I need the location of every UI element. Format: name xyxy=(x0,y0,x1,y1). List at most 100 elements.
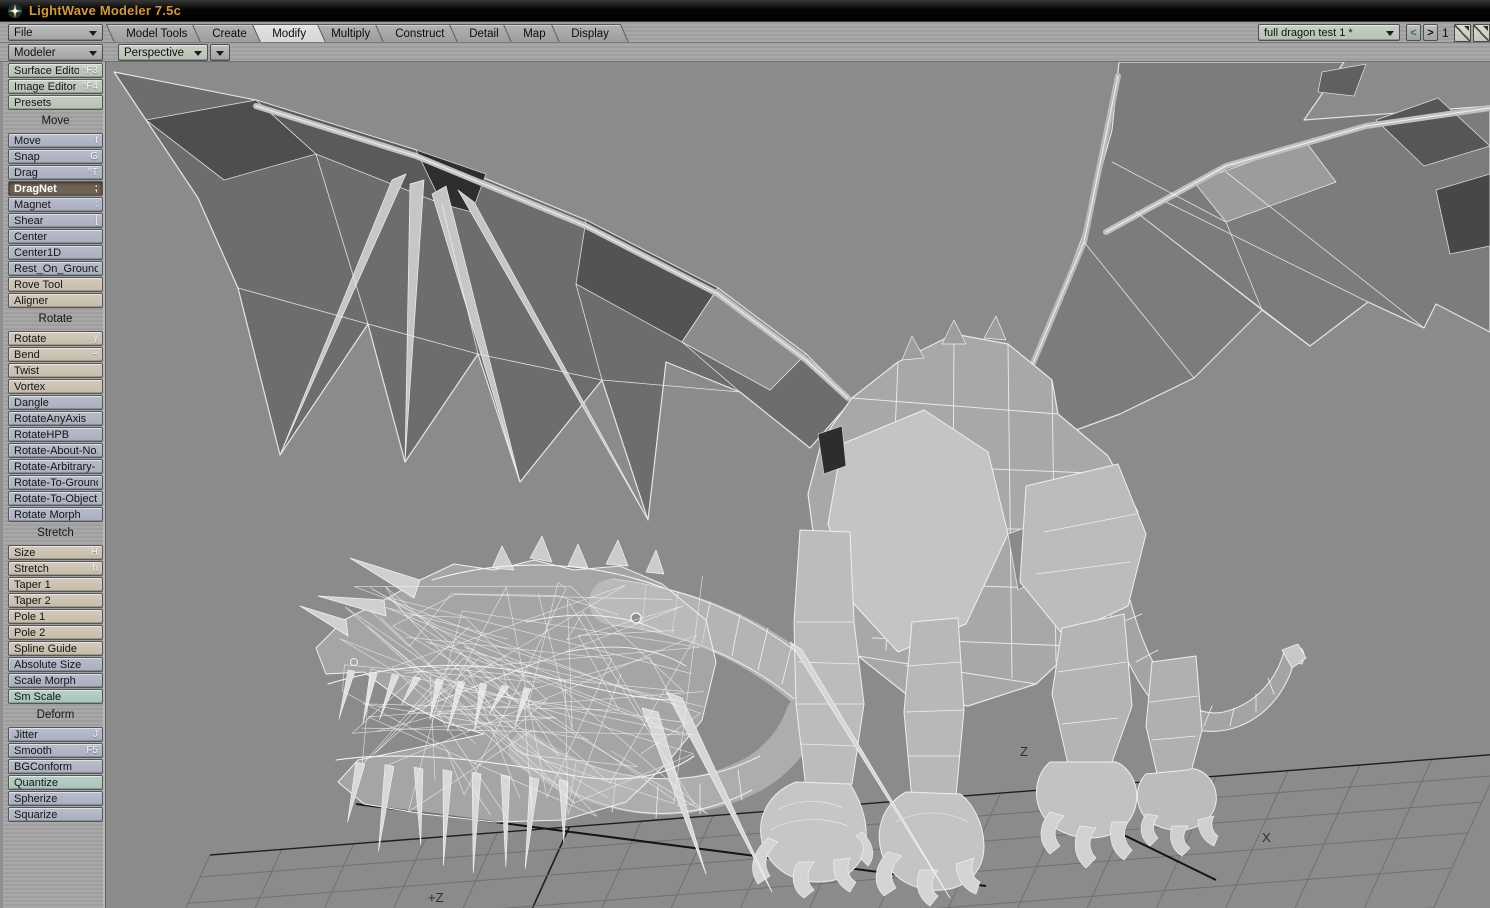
tool-label: Size xyxy=(14,547,35,559)
tool-smooth[interactable]: Smooth F5 xyxy=(8,743,103,758)
tool-scale-morph[interactable]: Scale Morph xyxy=(8,673,103,688)
tool-aligner[interactable]: Aligner xyxy=(8,293,103,308)
tab-display[interactable]: Display xyxy=(550,24,628,43)
hind-leg-far xyxy=(1137,656,1218,856)
tool-label: DragNet xyxy=(14,183,57,195)
toolbar-row-view: Modeler Perspective xyxy=(0,43,1490,62)
tool-label: Sm Scale xyxy=(14,691,61,703)
tool-spherize[interactable]: Spherize xyxy=(8,791,103,806)
tool-rotate[interactable]: Rotate y xyxy=(8,331,103,346)
tool-shortcut: H xyxy=(91,547,98,559)
layer-foreground-corner-icon xyxy=(1483,26,1488,31)
tool-drag[interactable]: Drag^T xyxy=(8,165,103,180)
tool-shortcut: t xyxy=(95,135,98,147)
view-mode-selector[interactable]: Perspective xyxy=(118,44,208,61)
file-menu-label: File xyxy=(14,27,33,39)
prev-object-button[interactable]: < xyxy=(1406,24,1421,41)
tool-shortcut: y xyxy=(93,333,98,345)
tool-bend[interactable]: Bend~ xyxy=(8,347,103,362)
tool-center1d[interactable]: Center1D xyxy=(8,245,103,260)
tool-label: Spherize xyxy=(14,793,57,805)
tool-label: Aligner xyxy=(14,295,48,307)
tool-surface-editor[interactable]: Surface Editor^F3 xyxy=(8,63,103,78)
object-selector[interactable]: full dragon test 1 * xyxy=(1258,24,1400,41)
tool-label: Taper 2 xyxy=(14,595,51,607)
tool-spline-guide[interactable]: Spline Guide xyxy=(8,641,103,656)
view-options-button[interactable] xyxy=(210,44,230,61)
tool-jitter[interactable]: JitterJ xyxy=(8,727,103,742)
tool-image-editor[interactable]: Image Editor ^F4 xyxy=(8,79,103,94)
lightwave-modeler-window: LightWave Modeler 7.5c File Model Tools C… xyxy=(0,0,1490,908)
titlebar[interactable]: LightWave Modeler 7.5c xyxy=(0,0,1490,22)
tool-dragnet[interactable]: DragNet; xyxy=(8,181,103,196)
tool-label: Smooth xyxy=(14,745,52,757)
tab-label: Create xyxy=(212,28,247,40)
tool-label: Rest_On_Ground xyxy=(14,263,98,275)
tab-label: Model Tools xyxy=(126,28,187,40)
tool-label: Rotate xyxy=(14,333,46,345)
tool-label: Bend xyxy=(14,349,40,361)
tool-rotate-about-no[interactable]: Rotate-About-No... xyxy=(8,443,103,458)
tool-squarize[interactable]: Squarize xyxy=(8,807,103,822)
toolbar-row-tabs: File Model ToolsCreateModifyMultiplyCons… xyxy=(0,22,1490,43)
object-selector-value: full dragon test 1 * xyxy=(1264,27,1353,39)
layer-number: 1 xyxy=(1442,26,1449,40)
tool-shortcut: F5 xyxy=(86,745,98,757)
tool-twist[interactable]: Twist xyxy=(8,363,103,378)
tool-taper-2[interactable]: Taper 2 xyxy=(8,593,103,608)
tool-label: Pole 2 xyxy=(14,627,45,639)
tool-label: Jitter xyxy=(14,729,38,741)
tab-label: Map xyxy=(523,28,545,40)
tool-rotate-morph[interactable]: Rotate Morph xyxy=(8,507,103,522)
tool-rest-on-ground[interactable]: Rest_On_Ground xyxy=(8,261,103,276)
tool-center[interactable]: Center xyxy=(8,229,103,244)
tool-pole-2[interactable]: Pole 2 xyxy=(8,625,103,640)
chevron-down-icon xyxy=(194,51,202,56)
tool-dangle[interactable]: Dangle xyxy=(8,395,103,410)
layer-button-1[interactable] xyxy=(1454,24,1471,42)
layer-button-2[interactable] xyxy=(1473,24,1490,42)
tool-label: Quantize xyxy=(14,777,58,789)
tool-rotatehpb[interactable]: RotateHPB xyxy=(8,427,103,442)
tool-rotate-arbitrary[interactable]: Rotate-Arbitrary- ... xyxy=(8,459,103,474)
tool-size[interactable]: Size H xyxy=(8,545,103,560)
tool-label: Rotate-Arbitrary- ... xyxy=(14,461,98,473)
chevron-down-icon xyxy=(216,51,224,56)
tool-shortcut: ^T xyxy=(87,167,98,179)
menu-tabs: Model ToolsCreateModifyMultiplyConstruct… xyxy=(110,24,617,43)
tool-sm-scale[interactable]: Sm Scale xyxy=(8,689,103,704)
tool-stretch[interactable]: Stretchh xyxy=(8,561,103,576)
viewport-3d[interactable]: Z X +Z xyxy=(106,62,1490,908)
tool-shear[interactable]: Shear[ xyxy=(8,213,103,228)
tool-pole-1[interactable]: Pole 1 xyxy=(8,609,103,624)
next-object-button[interactable]: > xyxy=(1423,24,1438,41)
tool-label: Presets xyxy=(14,97,51,109)
file-menu-button[interactable]: File xyxy=(8,24,103,41)
tab-label: Detail xyxy=(469,28,498,40)
tool-label: Image Editor xyxy=(14,81,76,93)
tab-label: Construct xyxy=(395,28,444,40)
tool-move[interactable]: Movet xyxy=(8,133,103,148)
tool-snap[interactable]: SnapG xyxy=(8,149,103,164)
tool-rotate-to-ground[interactable]: Rotate-To-Ground xyxy=(8,475,103,490)
modeler-menu-button[interactable]: Modeler xyxy=(8,44,103,61)
tool-label: Dangle xyxy=(14,397,49,409)
tool-label: Taper 1 xyxy=(14,579,51,591)
tool-vortex[interactable]: Vortex xyxy=(8,379,103,394)
tool-label: Center1D xyxy=(14,247,61,259)
tool-magnet[interactable]: Magnet: xyxy=(8,197,103,212)
tool-shortcut: ^F4 xyxy=(82,81,98,93)
tool-rotate-to-object[interactable]: Rotate-To-Object xyxy=(8,491,103,506)
tool-quantize[interactable]: Quantize xyxy=(8,775,103,790)
tool-shortcut: ^F3 xyxy=(82,65,98,77)
tool-bgconform[interactable]: BGConform xyxy=(8,759,103,774)
tool-shortcut: [ xyxy=(95,215,98,227)
tool-rotateanyaxis[interactable]: RotateAnyAxis xyxy=(8,411,103,426)
tool-rove-tool[interactable]: Rove Tool xyxy=(8,277,103,292)
tab-modify[interactable]: Modify xyxy=(251,24,325,43)
tool-label: Vortex xyxy=(14,381,45,393)
tool-presets[interactable]: Presets xyxy=(8,95,103,110)
tool-label: Rotate Morph xyxy=(14,509,81,521)
tool-absolute-size[interactable]: Absolute Size xyxy=(8,657,103,672)
tool-taper-1[interactable]: Taper 1 xyxy=(8,577,103,592)
